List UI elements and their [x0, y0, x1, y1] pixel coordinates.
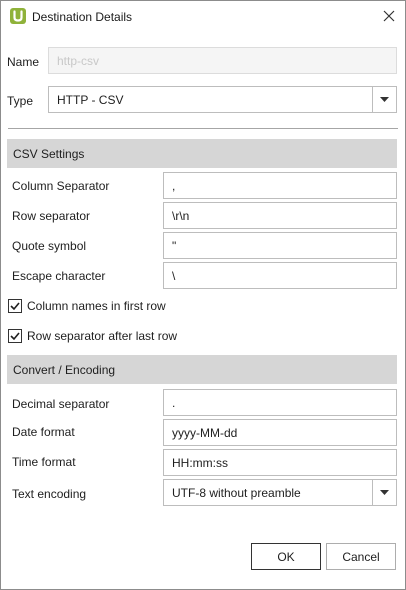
dialog-title: Destination Details — [32, 10, 133, 24]
escape-character-input[interactable]: \ — [163, 262, 397, 289]
decimal-separator-input[interactable]: . — [163, 389, 397, 416]
type-dropdown-button[interactable] — [372, 87, 396, 112]
divider — [8, 128, 398, 129]
type-select-value: HTTP - CSV — [57, 92, 124, 107]
column-separator-input[interactable]: , — [163, 172, 397, 199]
close-button[interactable] — [373, 1, 405, 31]
ok-button[interactable]: OK — [251, 543, 321, 570]
date-format-input[interactable]: yyyy-MM-dd — [163, 419, 397, 446]
csv-settings-header: CSV Settings — [7, 139, 397, 168]
column-names-checkbox[interactable] — [8, 299, 22, 313]
escape-character-label: Escape character — [12, 269, 106, 283]
quote-symbol-input[interactable]: " — [163, 232, 397, 259]
time-format-label: Time format — [12, 455, 76, 469]
chevron-down-icon — [380, 97, 389, 102]
name-label: Name — [7, 55, 40, 69]
name-input: http-csv — [48, 47, 397, 74]
row-separator-label: Row separator — [12, 209, 91, 223]
time-format-input[interactable]: HH:mm:ss — [163, 449, 397, 476]
row-separator-after-checkbox-row[interactable]: Row separator after last row — [8, 327, 177, 345]
text-encoding-select[interactable]: UTF-8 without preamble — [163, 479, 397, 506]
decimal-separator-label: Decimal separator — [12, 397, 110, 411]
chevron-down-icon — [380, 490, 389, 495]
check-icon — [10, 302, 20, 311]
type-select[interactable]: HTTP - CSV — [48, 86, 397, 113]
check-icon — [10, 332, 20, 341]
cancel-button[interactable]: Cancel — [326, 543, 396, 570]
column-names-checkbox-row[interactable]: Column names in first row — [8, 297, 166, 315]
close-icon — [383, 10, 395, 22]
column-separator-label: Column Separator — [12, 179, 110, 193]
app-logo-icon — [10, 8, 26, 24]
row-separator-after-label: Row separator after last row — [27, 329, 178, 343]
date-format-label: Date format — [12, 425, 75, 439]
row-separator-after-checkbox[interactable] — [8, 329, 22, 343]
text-encoding-value: UTF-8 without preamble — [172, 485, 301, 500]
row-separator-input[interactable]: \r\n — [163, 202, 397, 229]
title-bar: Destination Details — [1, 1, 405, 32]
convert-encoding-header: Convert / Encoding — [7, 355, 397, 384]
quote-symbol-label: Quote symbol — [12, 239, 87, 253]
text-encoding-dropdown-button[interactable] — [372, 480, 396, 505]
text-encoding-label: Text encoding — [12, 487, 87, 501]
destination-details-dialog: Destination Details Name http-csv Type H… — [0, 0, 406, 590]
column-names-label: Column names in first row — [27, 299, 166, 313]
type-label: Type — [7, 94, 34, 108]
